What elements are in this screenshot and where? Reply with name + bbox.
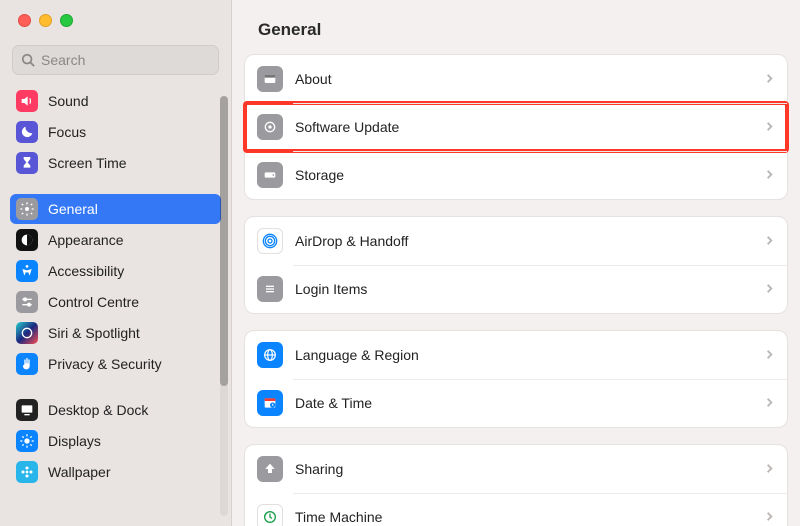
sidebar-item-displays[interactable]: Displays xyxy=(10,426,221,456)
window-controls xyxy=(0,0,231,41)
main-pane: General About Software Update xyxy=(232,0,800,526)
sidebar-item-label: Displays xyxy=(48,433,101,449)
sidebar-item-control-centre[interactable]: Control Centre xyxy=(10,287,221,317)
sidebar-item-desktop-dock[interactable]: Desktop & Dock xyxy=(10,395,221,425)
row-label: Software Update xyxy=(295,119,764,135)
row-language[interactable]: Language & Region xyxy=(245,331,787,379)
siri-icon xyxy=(16,322,38,344)
sidebar-item-label: Accessibility xyxy=(48,263,124,279)
sidebar-item-label: Wallpaper xyxy=(48,464,111,480)
row-about[interactable]: About xyxy=(245,55,787,103)
close-window-button[interactable] xyxy=(18,14,31,27)
chevron-right-icon xyxy=(764,233,775,249)
card-airdrop-login: AirDrop & Handoff Login Items xyxy=(244,216,788,314)
time-machine-icon xyxy=(257,504,283,526)
row-label: Login Items xyxy=(295,281,764,297)
row-label: Language & Region xyxy=(295,347,764,363)
minimize-window-button[interactable] xyxy=(39,14,52,27)
card-sharing-tm: Sharing Time Machine xyxy=(244,444,788,526)
chevron-right-icon xyxy=(764,119,775,135)
sidebar-item-label: Focus xyxy=(48,124,86,140)
row-time-machine[interactable]: Time Machine xyxy=(245,493,787,526)
sidebar-item-siri[interactable]: Siri & Spotlight xyxy=(10,318,221,348)
sidebar-item-label: General xyxy=(48,201,98,217)
airdrop-icon xyxy=(257,228,283,254)
sidebar-item-label: Control Centre xyxy=(48,294,139,310)
sidebar-item-wallpaper[interactable]: Wallpaper xyxy=(10,457,221,487)
settings-window: Sound Focus Screen Time General xyxy=(0,0,800,526)
list-icon xyxy=(257,276,283,302)
brightness-icon xyxy=(16,430,38,452)
chevron-right-icon xyxy=(764,509,775,525)
share-icon xyxy=(257,456,283,482)
sidebar-item-label: Desktop & Dock xyxy=(48,402,148,418)
row-label: AirDrop & Handoff xyxy=(295,233,764,249)
zoom-window-button[interactable] xyxy=(60,14,73,27)
sidebar-item-accessibility[interactable]: Accessibility xyxy=(10,256,221,286)
card-language-date: Language & Region Date & Time xyxy=(244,330,788,428)
accessibility-icon xyxy=(16,260,38,282)
scroll-thumb[interactable] xyxy=(220,96,228,386)
card-system: About Software Update Storage xyxy=(244,54,788,200)
row-label: Storage xyxy=(295,167,764,183)
sliders-icon xyxy=(16,291,38,313)
chevron-right-icon xyxy=(764,167,775,183)
window-icon xyxy=(257,66,283,92)
search-icon xyxy=(21,53,35,67)
row-login-items[interactable]: Login Items xyxy=(245,265,787,313)
row-storage[interactable]: Storage xyxy=(245,151,787,199)
row-label: Time Machine xyxy=(295,509,764,525)
row-label: Sharing xyxy=(295,461,764,477)
sidebar-item-screen-time[interactable]: Screen Time xyxy=(10,148,221,178)
disk-icon xyxy=(257,162,283,188)
sidebar-item-label: Privacy & Security xyxy=(48,356,162,372)
sidebar-list: Sound Focus Screen Time General xyxy=(0,85,231,526)
sidebar-item-label: Appearance xyxy=(48,232,124,248)
chevron-right-icon xyxy=(764,347,775,363)
sidebar-item-focus[interactable]: Focus xyxy=(10,117,221,147)
appearance-icon xyxy=(16,229,38,251)
chevron-right-icon xyxy=(764,461,775,477)
sidebar-item-label: Sound xyxy=(48,93,88,109)
sidebar-item-label: Siri & Spotlight xyxy=(48,325,140,341)
globe-icon xyxy=(257,342,283,368)
hourglass-icon xyxy=(16,152,38,174)
flower-icon xyxy=(16,461,38,483)
sidebar: Sound Focus Screen Time General xyxy=(0,0,232,526)
row-label: Date & Time xyxy=(295,395,764,411)
gear-icon xyxy=(16,198,38,220)
gear-badge-icon xyxy=(257,114,283,140)
row-date-time[interactable]: Date & Time xyxy=(245,379,787,427)
row-label: About xyxy=(295,71,764,87)
row-sharing[interactable]: Sharing xyxy=(245,445,787,493)
chevron-right-icon xyxy=(764,395,775,411)
row-airdrop[interactable]: AirDrop & Handoff xyxy=(245,217,787,265)
speaker-icon xyxy=(16,90,38,112)
moon-icon xyxy=(16,121,38,143)
sidebar-item-general[interactable]: General xyxy=(10,194,221,224)
search-input[interactable] xyxy=(41,52,210,68)
row-software-update[interactable]: Software Update xyxy=(245,103,787,151)
hand-icon xyxy=(16,353,38,375)
desktop-icon xyxy=(16,399,38,421)
sidebar-item-appearance[interactable]: Appearance xyxy=(10,225,221,255)
search-field[interactable] xyxy=(12,45,219,75)
page-title: General xyxy=(232,0,800,54)
sidebar-item-sound[interactable]: Sound xyxy=(10,86,221,116)
calendar-clock-icon xyxy=(257,390,283,416)
sidebar-scrollbar[interactable] xyxy=(220,96,228,516)
content: About Software Update Storage xyxy=(232,54,800,526)
chevron-right-icon xyxy=(764,281,775,297)
sidebar-item-label: Screen Time xyxy=(48,155,127,171)
sidebar-item-privacy[interactable]: Privacy & Security xyxy=(10,349,221,379)
chevron-right-icon xyxy=(764,71,775,87)
